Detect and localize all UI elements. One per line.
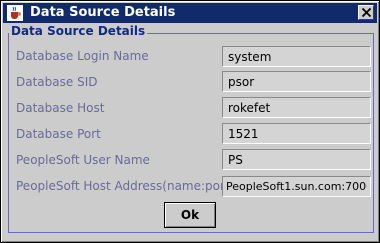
java-cup-icon <box>7 5 23 21</box>
host-label: Database Host <box>16 101 105 115</box>
ok-button[interactable]: Ok <box>164 202 216 228</box>
dialog-window: Data Source Details Data Source Details … <box>0 0 380 243</box>
port-field[interactable] <box>222 123 371 144</box>
ps-host-label: PeopleSoft Host Address(name:port) <box>16 179 235 193</box>
title-bar[interactable]: Data Source Details <box>3 3 377 23</box>
login-name-label: Database Login Name <box>16 49 149 63</box>
group-title: Data Source Details <box>9 24 148 38</box>
port-label: Database Port <box>16 127 101 141</box>
ps-host-field[interactable] <box>222 176 371 197</box>
close-button[interactable] <box>358 5 374 20</box>
host-field[interactable] <box>222 97 371 118</box>
ps-user-field[interactable] <box>222 149 371 170</box>
window-title: Data Source Details <box>30 5 176 20</box>
sid-label: Database SID <box>16 75 98 89</box>
close-icon <box>361 7 372 18</box>
ps-user-label: PeopleSoft User Name <box>16 153 150 167</box>
login-name-field[interactable] <box>222 46 371 67</box>
sid-field[interactable] <box>222 71 371 92</box>
